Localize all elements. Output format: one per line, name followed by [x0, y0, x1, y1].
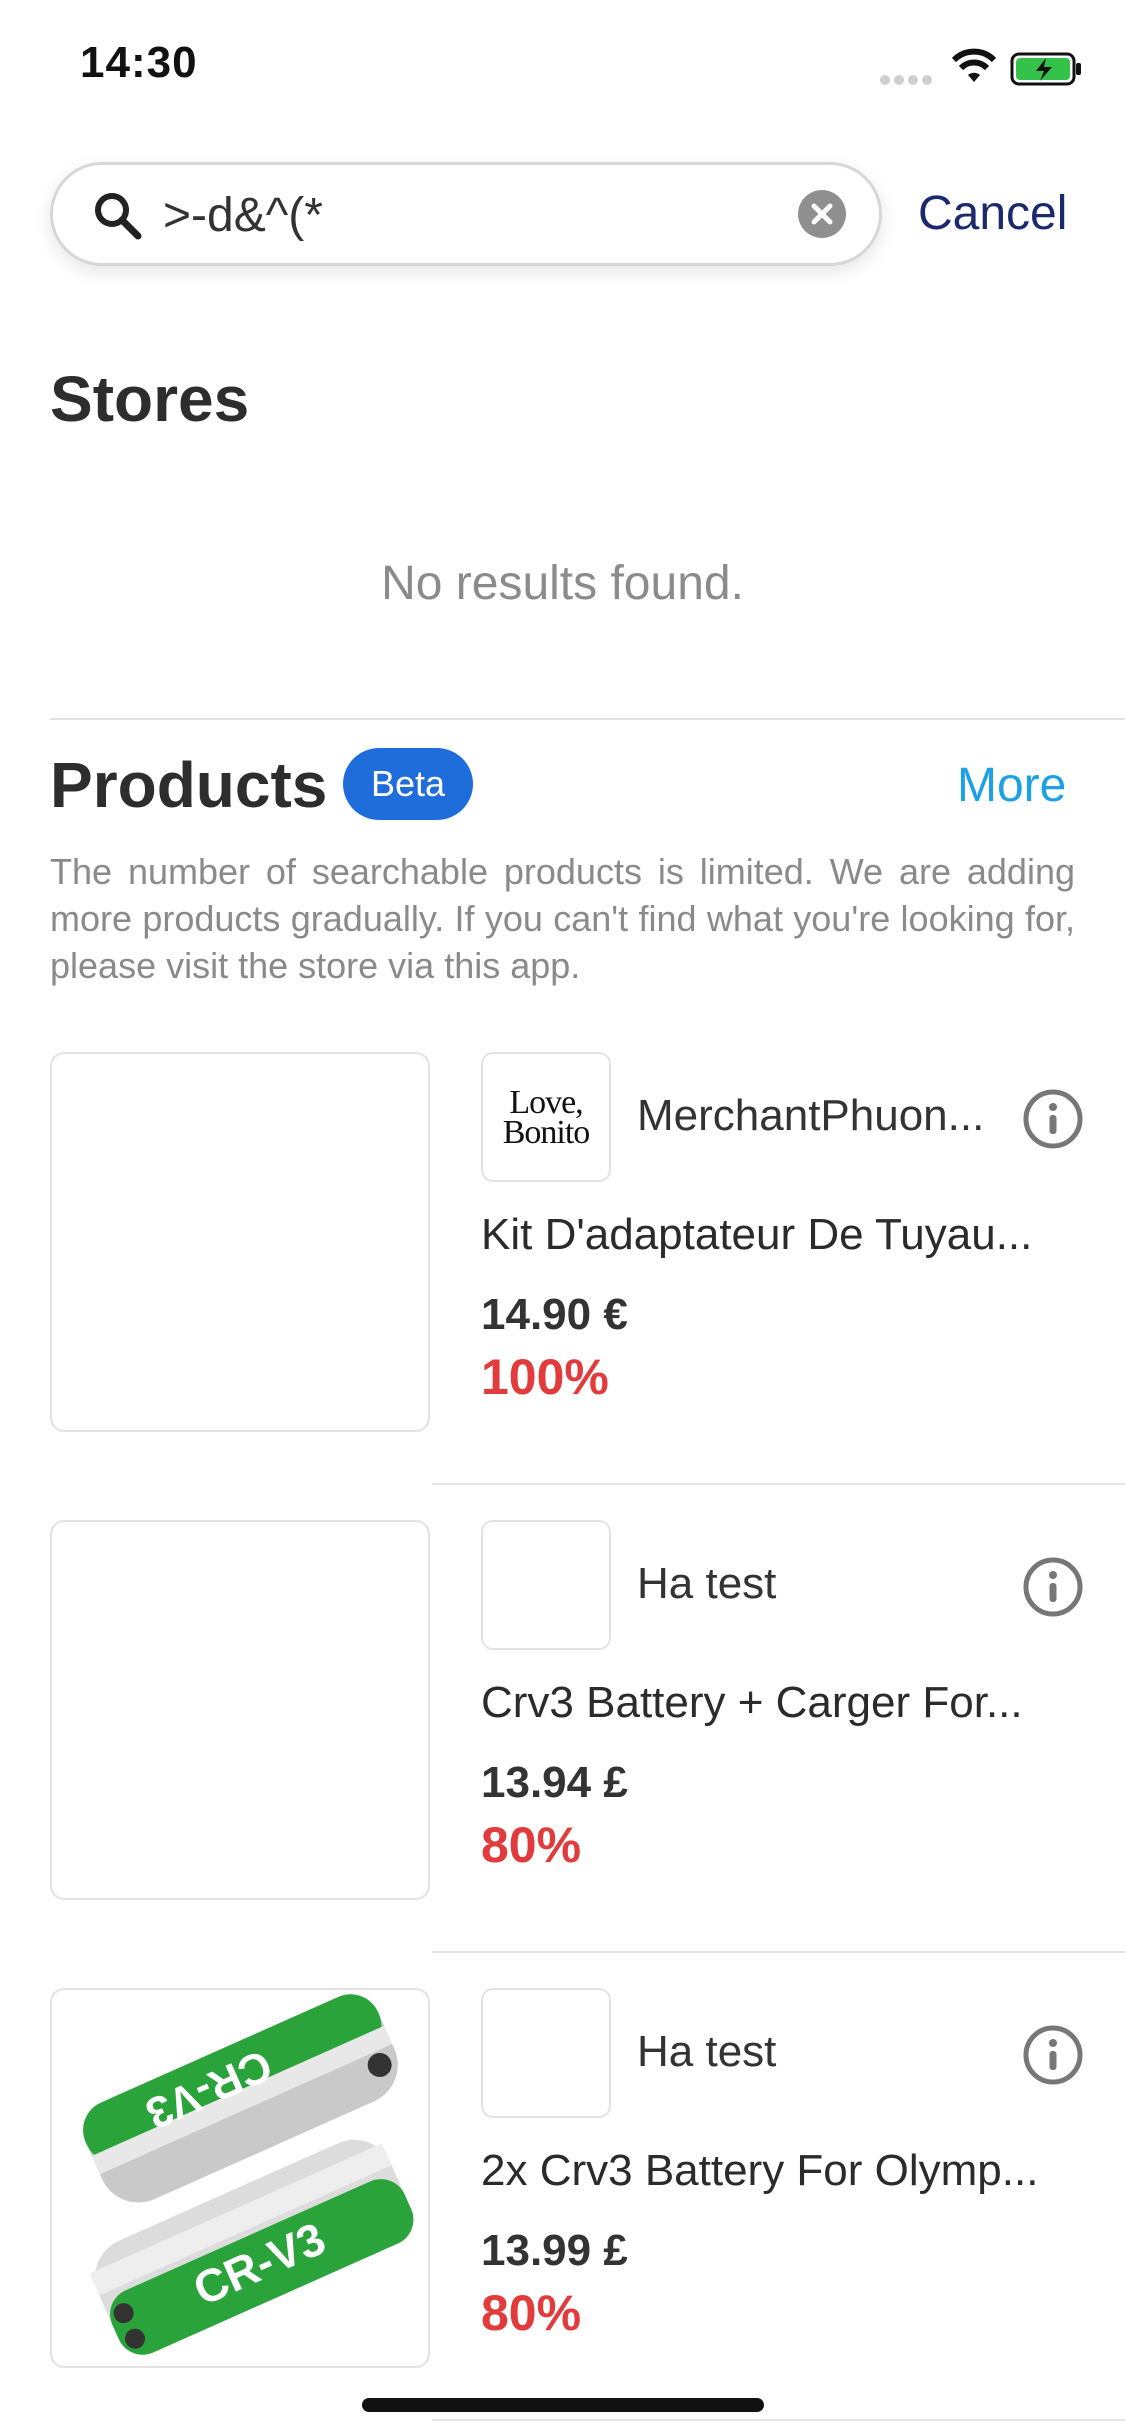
- product-price: 13.94 £: [481, 1758, 628, 1807]
- merchant-logo: Love, Bonito: [481, 1052, 611, 1182]
- info-icon[interactable]: [1022, 1556, 1084, 1623]
- more-link[interactable]: More: [957, 758, 1066, 813]
- stores-heading: Stores: [50, 363, 250, 435]
- product-image[interactable]: [50, 1520, 430, 1900]
- product-image[interactable]: CR-V3 CR-V3: [50, 1988, 430, 2368]
- product-image[interactable]: [50, 1052, 430, 1432]
- status-time: 14:30: [80, 38, 198, 87]
- merchant-logo: [481, 1520, 611, 1650]
- info-icon[interactable]: [1022, 1088, 1084, 1155]
- product-name[interactable]: Kit D'adaptateur De Tuyau...: [481, 1210, 1081, 1260]
- cancel-button[interactable]: Cancel: [918, 186, 1067, 241]
- beta-badge: Beta: [343, 748, 473, 820]
- row-divider: [432, 1483, 1125, 1485]
- products-heading: Products: [50, 749, 328, 821]
- merchant-logo: [481, 1988, 611, 2118]
- stores-empty-message: No results found.: [381, 557, 744, 610]
- discount-percent: 80%: [481, 2285, 582, 2341]
- clear-search-icon[interactable]: [796, 188, 848, 245]
- wifi-icon: [950, 48, 998, 89]
- search-input[interactable]: >-d&^(*: [163, 188, 323, 243]
- products-description: The number of searchable products is lim…: [50, 851, 1075, 986]
- product-name[interactable]: 2x Crv3 Battery For Olymp...: [481, 2146, 1081, 2196]
- merchant-logo-text: Love, Bonito: [502, 1084, 591, 1151]
- merchant-name[interactable]: Ha test: [637, 1559, 1007, 1609]
- battery-icon: [1010, 52, 1082, 91]
- section-divider: [50, 718, 1125, 720]
- product-price: 13.99 £: [481, 2226, 628, 2275]
- merchant-name[interactable]: Ha test: [637, 2027, 1007, 2077]
- row-divider: [432, 2419, 1125, 2421]
- discount-percent: 80%: [481, 1817, 582, 1873]
- row-divider: [432, 1951, 1125, 1953]
- product-name[interactable]: Crv3 Battery + Carger For...: [481, 1678, 1081, 1728]
- search-icon: [90, 188, 146, 249]
- battery-product-photo: CR-V3 CR-V3: [83, 1994, 414, 2355]
- product-price: 14.90 €: [481, 1290, 628, 1339]
- merchant-name[interactable]: MerchantPhuon...: [637, 1091, 1007, 1141]
- info-icon[interactable]: [1022, 2024, 1084, 2091]
- discount-percent: 100%: [481, 1349, 609, 1405]
- cellular-signal-icon: [880, 72, 936, 85]
- home-indicator[interactable]: [362, 2398, 764, 2412]
